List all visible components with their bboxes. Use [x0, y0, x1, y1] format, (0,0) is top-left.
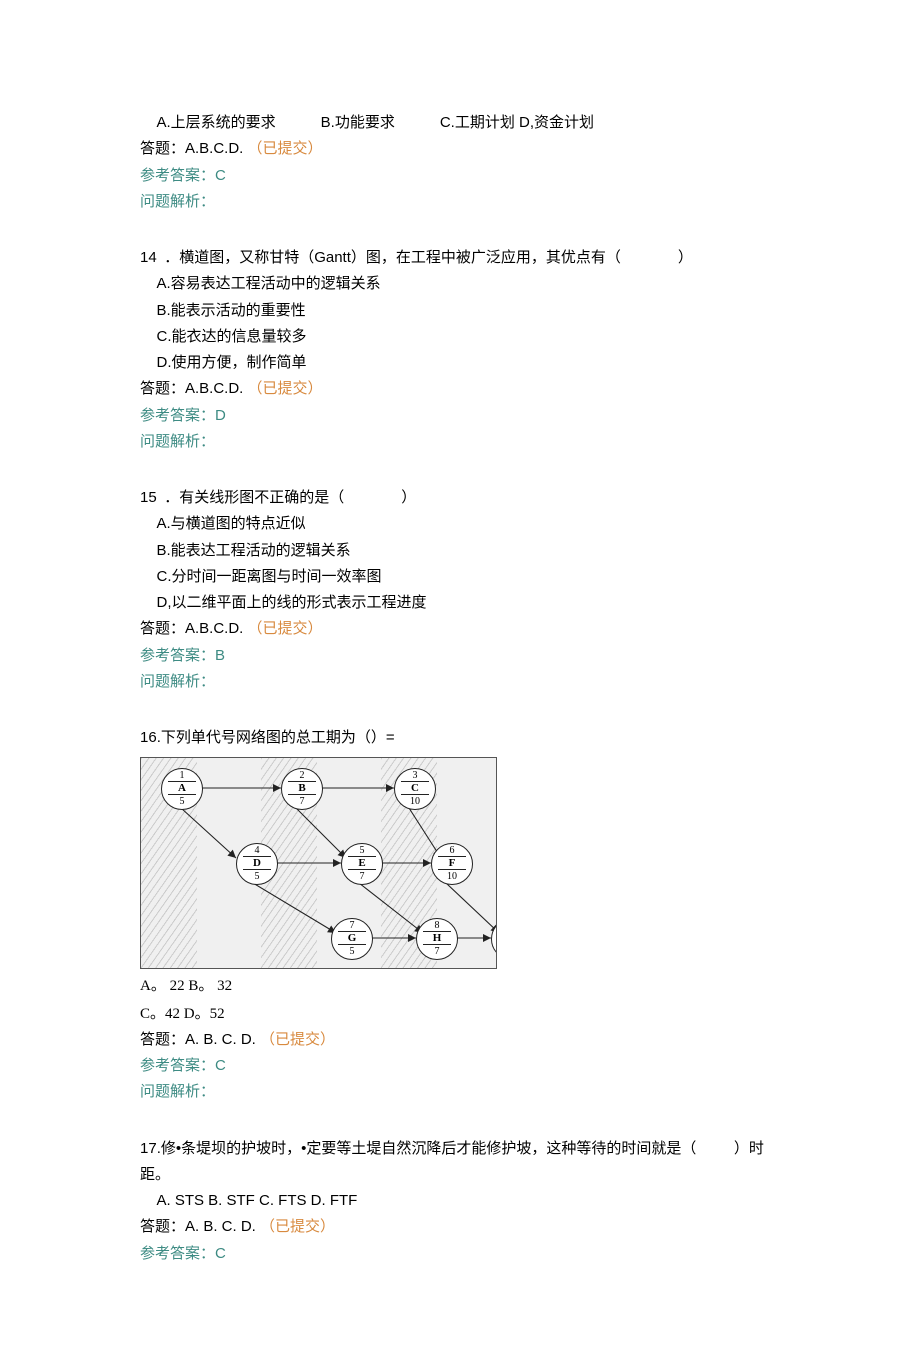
ref-answer-line: 参考答案：C — [140, 1053, 790, 1079]
network-node-C: 3C10 — [394, 768, 436, 810]
question-16: 16.下列单代号网络图的总工期为（）= 1A5 2B7 3C10 4D5 5E7 6F10… — [140, 725, 790, 1106]
submitted-flag: （已提交） — [248, 140, 323, 157]
analysis-line: 问题解析： — [140, 429, 790, 455]
optC: C.能衣达的信息量较多 — [140, 324, 790, 350]
ref-answer-line: 参考答案：C — [140, 163, 790, 189]
answer-prefix: 答题：A.B.C.D. — [140, 140, 243, 157]
ref-answer-line: 参考答案：C — [140, 1241, 790, 1267]
optB: B.能表示活动的重要性 — [140, 298, 790, 324]
question-17: 17.修•条堤坝的护坡时，•定要等土堤自然沉降后才能修护坡，这种等待的时间就是（… — [140, 1136, 790, 1267]
qstem: ．横道图，又称甘特（Gantt）图，在工程中被广泛应用，其优点有（ — [164, 249, 621, 266]
qnum: 14 — [140, 249, 157, 266]
optA: A.容易表达工程活动中的逻辑关系 — [140, 271, 790, 297]
question-15: 15．有关线形图不正确的是（） A.与横道图的特点近似 B.能表达工程活动的逻辑… — [140, 485, 790, 695]
network-node-D: 4D5 — [236, 843, 278, 885]
network-node-B: 2B7 — [281, 768, 323, 810]
answer-line: 答题：A. B. C. D. （已提交） — [140, 1027, 790, 1053]
question-14: 14．横道图，又称甘特（Gantt）图，在工程中被广泛应用，其优点有（） A.容… — [140, 245, 790, 455]
optA: A.与横道图的特点近似 — [140, 511, 790, 537]
submitted-flag: （已提交） — [248, 380, 323, 397]
network-node-H: 8H7 — [416, 918, 458, 960]
question-17-stem: 17.修•条堤坝的护坡时，•定要等土堤自然沉降后才能修护坡，这种等待的时间就是（… — [140, 1136, 790, 1189]
network-node-I: 9I10 — [491, 918, 497, 960]
network-node-G: 7G5 — [331, 918, 373, 960]
optB: B.能表达工程活动的逻辑关系 — [140, 538, 790, 564]
options-ab: A。 22 B。 32 — [140, 973, 790, 999]
question-13: A.上层系统的要求 B.功能要求 C.工期计划 D,资金计划 答题：A.B.C.… — [140, 110, 790, 215]
optD: D.使用方便，制作简单 — [140, 350, 790, 376]
answer-line: 答题：A.B.C.D. （已提交） — [140, 376, 790, 402]
optD: D,以二维平面上的线的形式表示工程进度 — [140, 590, 790, 616]
options-cd: C。42 D。52 — [140, 1001, 790, 1027]
network-node-A: 1A5 — [161, 768, 203, 810]
network-node-E: 5E7 — [341, 843, 383, 885]
analysis-line: 问题解析： — [140, 1079, 790, 1105]
optC: C.分时间一距离图与时间一效率图 — [140, 564, 790, 590]
network-node-F: 6F10 — [431, 843, 473, 885]
answer-prefix: 答题：A.B.C.D. — [140, 380, 243, 397]
network-diagram: 1A5 2B7 3C10 4D5 5E7 6F10 7G5 8H7 9I10 — [140, 757, 497, 969]
analysis-label: 问题解析： — [140, 193, 215, 210]
ref-answer-label: 参考答案： — [140, 167, 215, 184]
question-13-answer-line: 答题：A.B.C.D. （已提交） — [140, 136, 790, 162]
question-17-options: A. STS B. STF C. FTS D. FTF — [140, 1188, 790, 1214]
question-15-stem: 15．有关线形图不正确的是（） — [140, 485, 790, 511]
answer-line: 答题：A. B. C. D. （已提交） — [140, 1214, 790, 1240]
answer-line: 答题：A.B.C.D. （已提交） — [140, 616, 790, 642]
analysis-line: 问题解析： — [140, 189, 790, 215]
question-16-stem: 16.下列单代号网络图的总工期为（）= — [140, 725, 790, 751]
ref-answer-value: C — [215, 167, 226, 184]
question-14-stem: 14．横道图，又称甘特（Gantt）图，在工程中被广泛应用，其优点有（） — [140, 245, 790, 271]
ref-answer-line: 参考答案：D — [140, 403, 790, 429]
ref-answer-line: 参考答案：B — [140, 643, 790, 669]
question-13-options: A.上层系统的要求 B.功能要求 C.工期计划 D,资金计划 — [140, 110, 790, 136]
analysis-line: 问题解析： — [140, 669, 790, 695]
